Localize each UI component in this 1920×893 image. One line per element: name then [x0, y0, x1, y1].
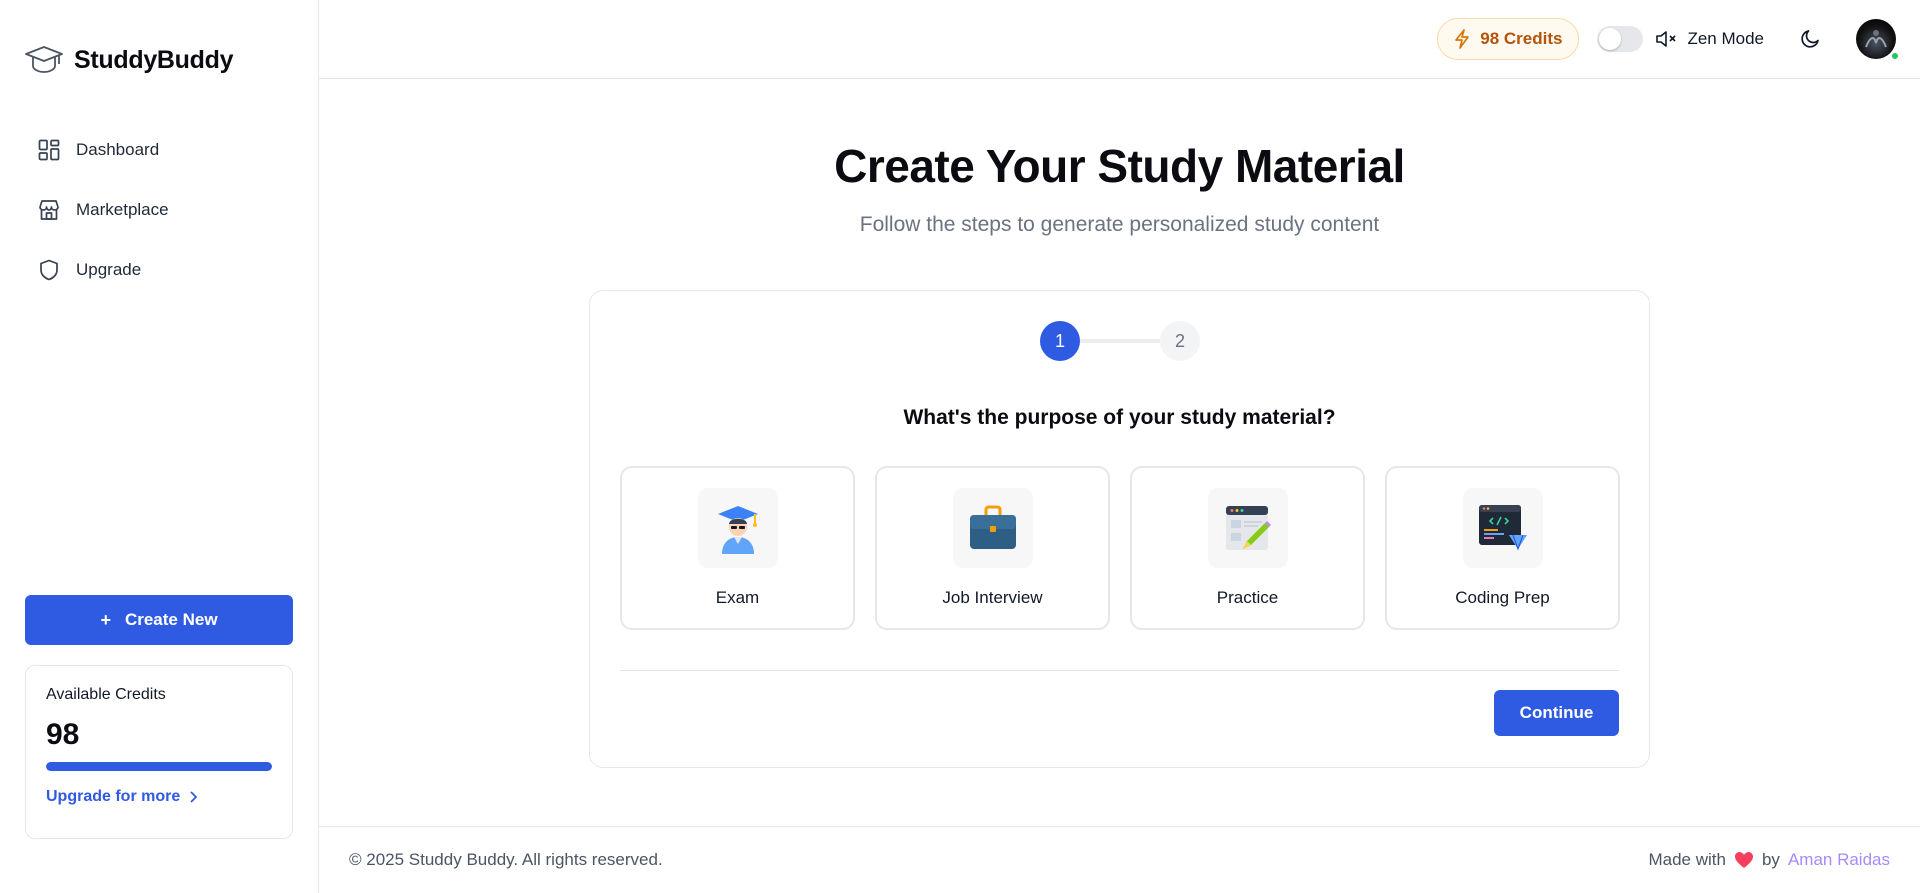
option-label: Exam	[715, 588, 760, 607]
footer: © 2025 Studdy Buddy. All rights reserved…	[319, 826, 1920, 893]
upgrade-link-label: Upgrade for more	[46, 788, 181, 805]
credits-card-label: Available Credits	[46, 686, 166, 703]
by-label: by	[1761, 850, 1780, 869]
wizard-question: What's the purpose of your study materia…	[903, 406, 1336, 429]
sidebar-item-marketplace[interactable]: Marketplace	[24, 187, 294, 233]
option-icon-box	[1462, 488, 1543, 568]
page-subtitle: Follow the steps to generate personalize…	[859, 213, 1380, 236]
option-label: Practice	[1216, 588, 1279, 607]
main-content: 98 Credits Zen Mode Create Your Study Ma…	[319, 0, 1920, 893]
option-practice[interactable]: Practice	[1130, 466, 1365, 630]
sidebar-item-label: Marketplace	[76, 200, 169, 219]
step-1: 1	[1040, 321, 1080, 361]
zen-mode-control: Zen Mode	[1597, 26, 1764, 52]
code-editor-icon	[1477, 503, 1529, 553]
available-credits-card: Available Credits 98 Upgrade for more	[25, 665, 293, 839]
toggle-knob	[1599, 28, 1622, 50]
option-icon-box	[697, 488, 778, 568]
app-root: StuddyBuddy Dashboard Marketplace Upgrad…	[0, 0, 1920, 893]
page-title: Create Your Study Material	[834, 140, 1405, 192]
sidebar-item-dashboard[interactable]: Dashboard	[24, 127, 294, 173]
continue-button[interactable]: Continue	[1494, 690, 1619, 736]
step-2: 2	[1160, 321, 1200, 361]
brand-name: StuddyBuddy	[74, 45, 234, 74]
option-coding-prep[interactable]: Coding Prep	[1385, 466, 1620, 630]
briefcase-icon	[968, 505, 1018, 551]
chevron-right-icon	[188, 790, 198, 804]
sidebar-item-label: Dashboard	[76, 140, 160, 159]
option-label: Coding Prep	[1455, 588, 1550, 607]
option-icon-box	[952, 488, 1033, 568]
made-with-label: Made with	[1648, 850, 1726, 869]
wizard-card: 1 2 What's the purpose of your study mat…	[589, 290, 1650, 768]
stepper: 1 2	[1040, 321, 1200, 361]
sidebar: StuddyBuddy Dashboard Marketplace Upgrad…	[0, 0, 319, 893]
zen-mode-label: Zen Mode	[1687, 29, 1764, 48]
credits-badge-label: 98 Credits	[1480, 29, 1563, 48]
moon-icon[interactable]	[1800, 27, 1824, 51]
author-link[interactable]: Aman Raidas	[1788, 850, 1890, 870]
shield-icon	[38, 259, 60, 281]
step-connector	[1080, 339, 1160, 343]
purpose-options: Exam Job Interview Practice Coding Prep	[620, 466, 1620, 630]
wizard-divider	[620, 670, 1619, 671]
topbar: 98 Credits Zen Mode	[319, 0, 1920, 79]
user-avatar[interactable]	[1856, 19, 1900, 61]
option-job-interview[interactable]: Job Interview	[875, 466, 1110, 630]
heart-icon	[1734, 851, 1754, 869]
sidebar-item-label: Upgrade	[76, 260, 142, 279]
online-status-dot	[1890, 51, 1900, 61]
lightning-icon	[1454, 29, 1470, 49]
credits-progress-bar	[46, 762, 272, 771]
credits-card-value: 98	[46, 718, 80, 751]
create-new-label: Create New	[124, 610, 218, 629]
upgrade-for-more-link[interactable]: Upgrade for more	[46, 788, 272, 806]
store-icon	[38, 199, 60, 221]
graduate-icon	[714, 502, 762, 554]
option-label: Job Interview	[942, 588, 1043, 607]
dashboard-icon	[38, 139, 60, 161]
plus-icon: +	[100, 609, 111, 630]
option-icon-box	[1207, 488, 1288, 568]
made-with: Made with by Aman Raidas	[1648, 850, 1890, 870]
credits-progress-fill	[46, 762, 272, 771]
create-new-button[interactable]: + Create New	[25, 595, 293, 645]
sidebar-item-upgrade[interactable]: Upgrade	[24, 247, 294, 293]
brand[interactable]: StuddyBuddy	[24, 44, 234, 76]
volume-muted-icon	[1655, 30, 1677, 48]
sidebar-nav: Dashboard Marketplace Upgrade	[24, 127, 294, 307]
graduation-cap-icon	[24, 44, 64, 76]
zen-mode-toggle[interactable]	[1597, 26, 1644, 52]
credits-badge[interactable]: 98 Credits	[1437, 18, 1580, 60]
option-exam[interactable]: Exam	[620, 466, 855, 630]
copyright-text: © 2025 Studdy Buddy. All rights reserved…	[349, 850, 663, 869]
notebook-pencil-icon	[1223, 503, 1273, 553]
